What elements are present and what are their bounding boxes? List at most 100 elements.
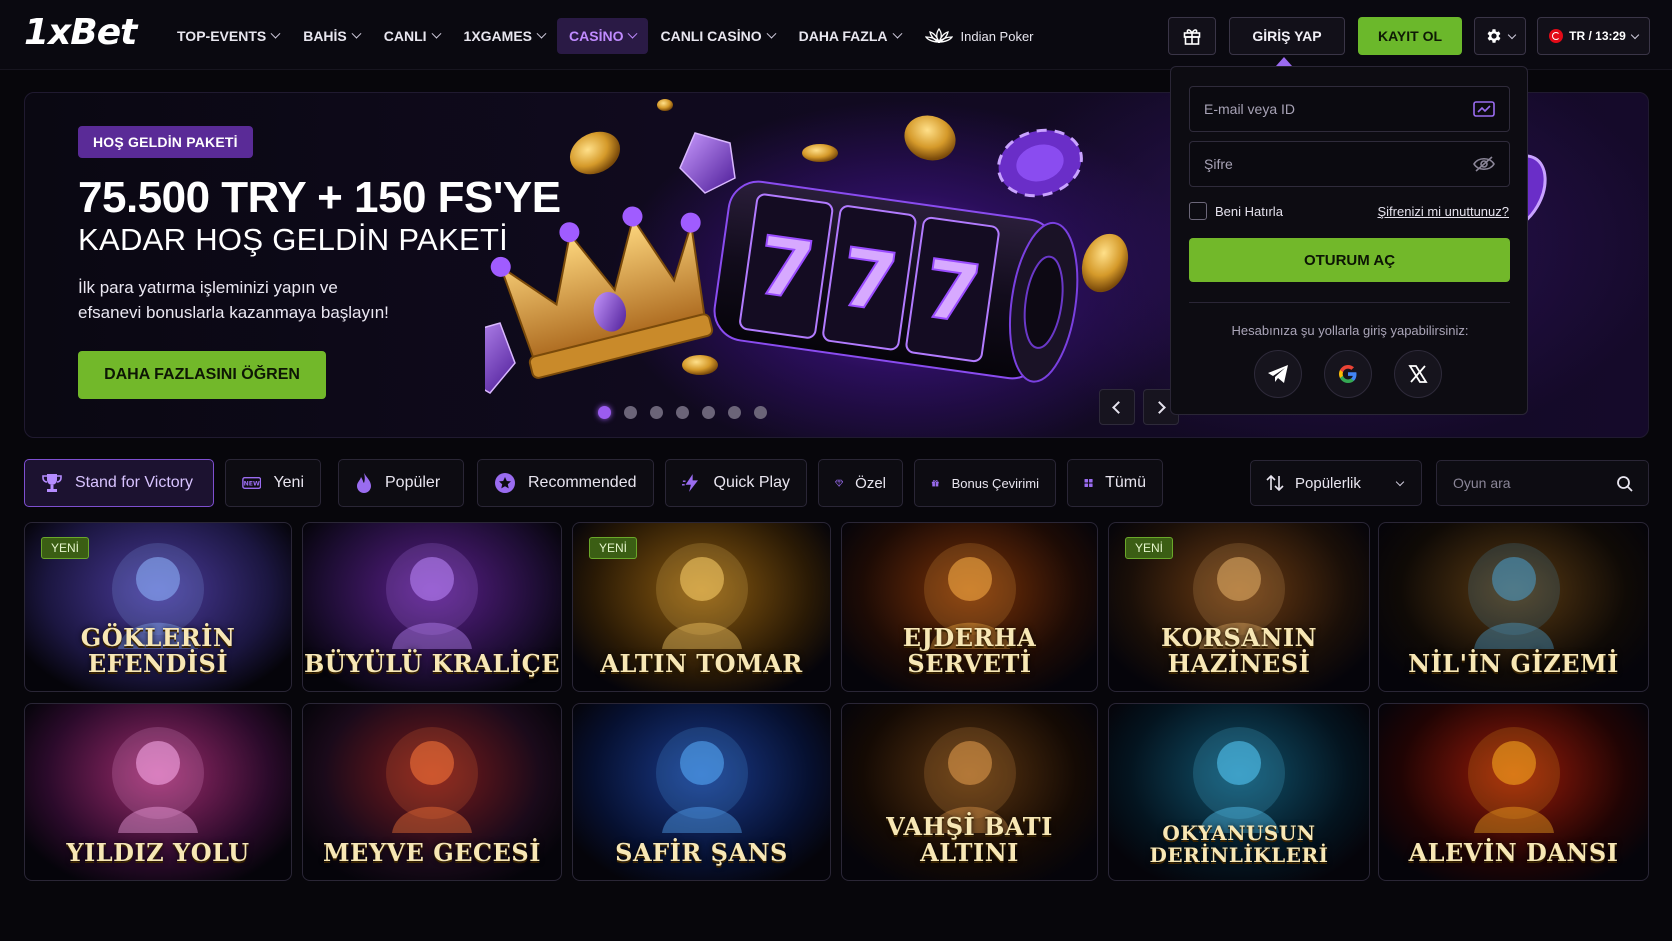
nav-top-events[interactable]: TOP-EVENTS [165, 18, 291, 54]
top-header: 1xBet TOP-EVENTS BAHİS CANLI 1XGAMES CAS… [0, 0, 1672, 70]
remember-me[interactable]: Beni Hatırla [1189, 202, 1283, 220]
game-artwork [112, 726, 204, 833]
nav-daha-fazla[interactable]: DAHA FAZLA [787, 18, 913, 54]
carousel-dot[interactable] [728, 406, 741, 419]
login-button[interactable]: GİRİŞ YAP [1229, 17, 1345, 55]
telegram-icon [1268, 365, 1288, 383]
gift-icon [931, 480, 939, 487]
new-badge: YENİ [41, 537, 90, 559]
game-artwork [386, 726, 478, 833]
chip-stand-for-victory[interactable]: Stand for Victory [24, 459, 214, 507]
svg-text:NEW: NEW [244, 481, 260, 488]
chip-recommended[interactable]: Recommended [477, 459, 654, 507]
nav-label: CANLI CASİNO [660, 28, 762, 44]
game-title: MEYVE GECESİ [322, 838, 541, 867]
carousel-dot[interactable] [598, 406, 611, 419]
game-artwork [655, 726, 748, 833]
new-badge: YENİ [1125, 537, 1174, 559]
carousel-dot[interactable] [650, 406, 663, 419]
learn-more-button[interactable]: DAHA FAZLASINI ÖĞREN [78, 351, 326, 399]
settings-button[interactable] [1474, 17, 1526, 55]
carousel-dot[interactable] [624, 406, 637, 419]
eye-off-icon[interactable] [1473, 155, 1495, 173]
chevron-down-icon [892, 28, 902, 39]
nav-label: CASİNO [569, 28, 624, 44]
carousel-dot[interactable] [702, 406, 715, 419]
password-field[interactable]: Şifre [1189, 141, 1510, 187]
game-card[interactable]: SAFİR ŞANS [572, 703, 831, 881]
gift-icon [1183, 29, 1201, 45]
chip-tumu[interactable]: Tümü [1067, 459, 1163, 507]
game-card[interactable]: YENİ GÖKLERİN EFENDİSİ [24, 522, 292, 692]
nav-indian-poker[interactable]: Indian Poker [913, 18, 1046, 54]
chip-populer[interactable]: Popüler [338, 459, 464, 507]
banner-description: İlk para yatırma işleminizi yapın ve efs… [78, 275, 438, 325]
search-placeholder: Oyun ara [1453, 475, 1511, 491]
game-card[interactable]: ALEVİN DANSI [1378, 703, 1649, 881]
nav-label: Indian Poker [960, 28, 1034, 44]
game-card[interactable]: EJDERHA SERVETİ [841, 522, 1098, 692]
carousel-prev-button[interactable] [1099, 389, 1135, 425]
nav-canli[interactable]: CANLI [372, 18, 452, 54]
nav-1xgames[interactable]: 1XGAMES [452, 18, 557, 54]
remember-checkbox[interactable] [1189, 202, 1207, 220]
language-time-selector[interactable]: TR / 13:29 [1537, 17, 1650, 55]
search-icon[interactable] [1616, 475, 1634, 493]
chip-ozel[interactable]: Özel [818, 459, 903, 507]
game-artwork [655, 542, 748, 649]
game-card[interactable]: NİL'İN GİZEMİ [1378, 522, 1649, 692]
register-button[interactable]: KAYIT OL [1358, 17, 1462, 55]
chevron-down-icon [431, 28, 441, 39]
game-card[interactable]: OKYANUSUN DERİNLİKLERİ [1108, 703, 1370, 881]
gear-icon [1487, 29, 1501, 43]
game-title: ALTIN TOMAR [600, 649, 803, 678]
chip-label: Özel [855, 474, 886, 492]
game-card[interactable]: YENİ KORSANIN HAZİNESİ [1108, 522, 1370, 692]
game-card[interactable]: BÜYÜLÜ KRALİÇE [302, 522, 562, 692]
new-badge: YENİ [589, 537, 638, 559]
chevron-down-icon [628, 28, 638, 39]
game-title: OKYANUSUN DERİNLİKLERİ [1149, 821, 1329, 867]
grid-icon [1084, 478, 1093, 488]
google-login-button[interactable] [1324, 350, 1372, 398]
chip-bonus-cevirimi[interactable]: Bonus Çevirimi [914, 459, 1056, 507]
description-line: efsanevi bonuslarla kazanmaya başlayın! [78, 303, 389, 322]
lang-time-label: TR / 13:29 [1569, 29, 1626, 43]
chip-label: Tümü [1105, 474, 1146, 491]
telegram-login-button[interactable] [1254, 350, 1302, 398]
sort-label: Popülerlik [1295, 474, 1361, 492]
sort-select[interactable]: Popülerlik [1250, 460, 1422, 506]
game-title: SAFİR ŞANS [615, 838, 788, 867]
flame-icon [357, 473, 371, 493]
google-icon [1339, 365, 1357, 383]
x-login-button[interactable] [1394, 350, 1442, 398]
carousel-dots [598, 406, 767, 419]
chevron-left-icon [1112, 400, 1125, 414]
game-card[interactable]: YILDIZ YOLU [24, 703, 292, 881]
sign-in-button[interactable]: OTURUM AÇ [1189, 238, 1510, 282]
trophy-icon [42, 474, 62, 492]
game-card[interactable]: MEYVE GECESİ [302, 703, 562, 881]
game-title: NİL'İN GİZEMİ [1408, 649, 1619, 678]
game-artwork [1467, 542, 1560, 649]
nav-bahis[interactable]: BAHİS [291, 18, 372, 54]
new-icon: NEW [242, 476, 262, 490]
carousel-dot[interactable] [676, 406, 689, 419]
gift-button[interactable] [1168, 17, 1216, 55]
forgot-password-link[interactable]: Şifrenizi mi unuttunuz? [1377, 204, 1509, 219]
nav-casino[interactable]: CASİNO [557, 18, 649, 54]
game-card[interactable]: VAHŞİ BATI ALTINI [841, 703, 1098, 881]
login-dropdown: E-mail veya ID Şifre Beni Hatırla Şifren… [1170, 66, 1528, 415]
chevron-down-icon [1507, 30, 1517, 39]
chip-label: Yeni [273, 474, 304, 491]
email-field[interactable]: E-mail veya ID [1189, 86, 1510, 132]
carousel-dot[interactable] [754, 406, 767, 419]
chip-yeni[interactable]: NEW Yeni [225, 459, 321, 507]
remember-label: Beni Hatırla [1215, 203, 1283, 219]
game-artwork [1467, 726, 1560, 833]
brand-logo[interactable]: 1xBet [24, 12, 137, 53]
nav-canli-casino[interactable]: CANLI CASİNO [648, 18, 786, 54]
game-card[interactable]: YENİ ALTIN TOMAR [572, 522, 831, 692]
game-search-input[interactable]: Oyun ara [1436, 460, 1649, 506]
chip-quick-play[interactable]: Quick Play [665, 459, 807, 507]
